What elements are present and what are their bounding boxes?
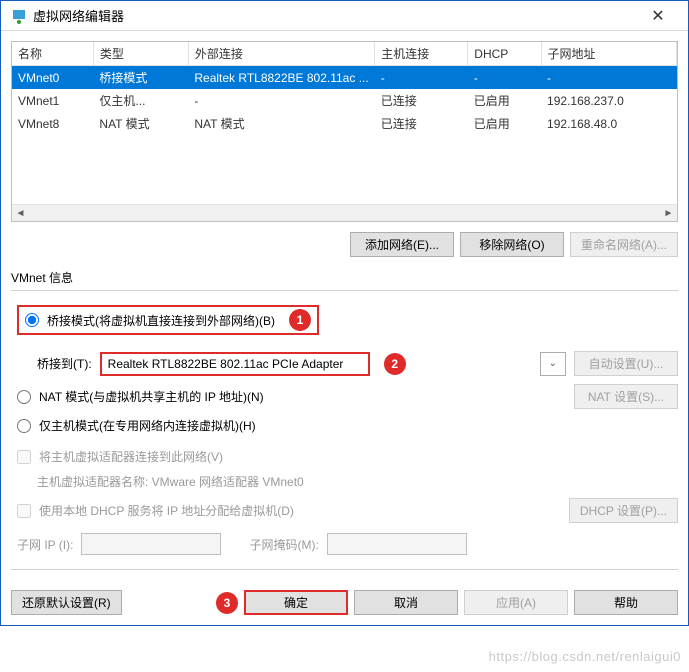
- table-cell: 已启用: [468, 112, 541, 135]
- th-ext[interactable]: 外部连接: [188, 42, 374, 66]
- table-cell: -: [541, 66, 676, 90]
- table-cell: 桥接模式: [93, 66, 188, 90]
- annotation-1: 1: [289, 309, 311, 331]
- subnet-ip-input: [81, 533, 221, 555]
- scroll-right-icon[interactable]: ►: [660, 205, 677, 221]
- table-cell: 192.168.237.0: [541, 89, 676, 112]
- table-row[interactable]: VMnet0桥接模式Realtek RTL8822BE 802.11ac ...…: [12, 66, 677, 90]
- table-cell: 已启用: [468, 89, 541, 112]
- table-cell: -: [375, 66, 468, 90]
- checkbox-dhcp: [17, 504, 31, 518]
- table-cell: NAT 模式: [188, 112, 374, 135]
- app-icon: [11, 8, 27, 24]
- table-cell: VMnet0: [12, 66, 93, 90]
- table-cell: 192.168.48.0: [541, 112, 676, 135]
- subnet-mask-label: 子网掩码(M):: [249, 536, 318, 553]
- network-table[interactable]: 名称 类型 外部连接 主机连接 DHCP 子网地址 VMnet0桥接模式Real…: [11, 41, 678, 222]
- checkbox-dhcp-label: 使用本地 DHCP 服务将 IP 地址分配给虚拟机(D): [39, 502, 294, 519]
- radio-host-label: 仅主机模式(在专用网络内连接虚拟机)(H): [39, 417, 256, 434]
- auto-settings-button: 自动设置(U)...: [574, 351, 678, 376]
- table-cell: VMnet1: [12, 89, 93, 112]
- help-button[interactable]: 帮助: [574, 590, 678, 615]
- checkbox-host-adapter-label: 将主机虚拟适配器连接到此网络(V): [39, 448, 223, 465]
- nat-settings-button: NAT 设置(S)...: [574, 384, 678, 409]
- annotation-2: 2: [384, 353, 406, 375]
- checkbox-host-adapter: [17, 450, 31, 464]
- cancel-button[interactable]: 取消: [354, 590, 458, 615]
- bridge-to-label: 桥接到(T):: [37, 355, 92, 372]
- apply-button: 应用(A): [464, 590, 568, 615]
- table-cell: 仅主机...: [93, 89, 188, 112]
- rename-network-button: 重命名网络(A)...: [570, 232, 678, 257]
- th-type[interactable]: 类型: [93, 42, 188, 66]
- host-adapter-name: 主机虚拟适配器名称: VMware 网络适配器 VMnet0: [37, 473, 304, 490]
- table-cell: Realtek RTL8822BE 802.11ac ...: [188, 66, 374, 90]
- th-subnet[interactable]: 子网地址: [541, 42, 676, 66]
- section-label: VMnet 信息: [11, 269, 678, 286]
- radio-bridge[interactable]: [25, 313, 39, 327]
- add-network-button[interactable]: 添加网络(E)...: [350, 232, 454, 257]
- table-cell: 已连接: [375, 89, 468, 112]
- radio-host[interactable]: [17, 419, 31, 433]
- th-host[interactable]: 主机连接: [375, 42, 468, 66]
- table-row[interactable]: VMnet1仅主机...-已连接已启用192.168.237.0: [12, 89, 677, 112]
- radio-nat[interactable]: [17, 390, 31, 404]
- annotation-3: 3: [216, 592, 238, 614]
- chevron-down-icon[interactable]: ⌄: [540, 352, 566, 376]
- table-cell: -: [468, 66, 541, 90]
- close-button[interactable]: ✕: [638, 6, 678, 26]
- table-cell: -: [188, 89, 374, 112]
- subnet-ip-label: 子网 IP (I):: [17, 536, 73, 553]
- table-cell: NAT 模式: [93, 112, 188, 135]
- bridge-to-value: Realtek RTL8822BE 802.11ac PCIe Adapter: [108, 357, 344, 371]
- ok-button[interactable]: 确定: [244, 590, 348, 615]
- horizontal-scrollbar[interactable]: ◄ ►: [12, 204, 677, 221]
- subnet-mask-input: [327, 533, 467, 555]
- radio-bridge-label: 桥接模式(将虚拟机直接连接到外部网络)(B): [47, 312, 275, 329]
- table-cell: 已连接: [375, 112, 468, 135]
- th-dhcp[interactable]: DHCP: [468, 42, 541, 66]
- restore-defaults-button[interactable]: 还原默认设置(R): [11, 590, 122, 615]
- table-cell: VMnet8: [12, 112, 93, 135]
- dhcp-settings-button: DHCP 设置(P)...: [569, 498, 678, 523]
- window-title: 虚拟网络编辑器: [33, 6, 124, 25]
- radio-nat-label: NAT 模式(与虚拟机共享主机的 IP 地址)(N): [39, 388, 264, 405]
- scroll-left-icon[interactable]: ◄: [12, 205, 29, 221]
- watermark: https://blog.csdn.net/renlaigui0: [489, 649, 681, 664]
- remove-network-button[interactable]: 移除网络(O): [460, 232, 564, 257]
- bridge-to-dropdown[interactable]: Realtek RTL8822BE 802.11ac PCIe Adapter: [100, 352, 370, 376]
- table-row[interactable]: VMnet8NAT 模式NAT 模式已连接已启用192.168.48.0: [12, 112, 677, 135]
- th-name[interactable]: 名称: [12, 42, 93, 66]
